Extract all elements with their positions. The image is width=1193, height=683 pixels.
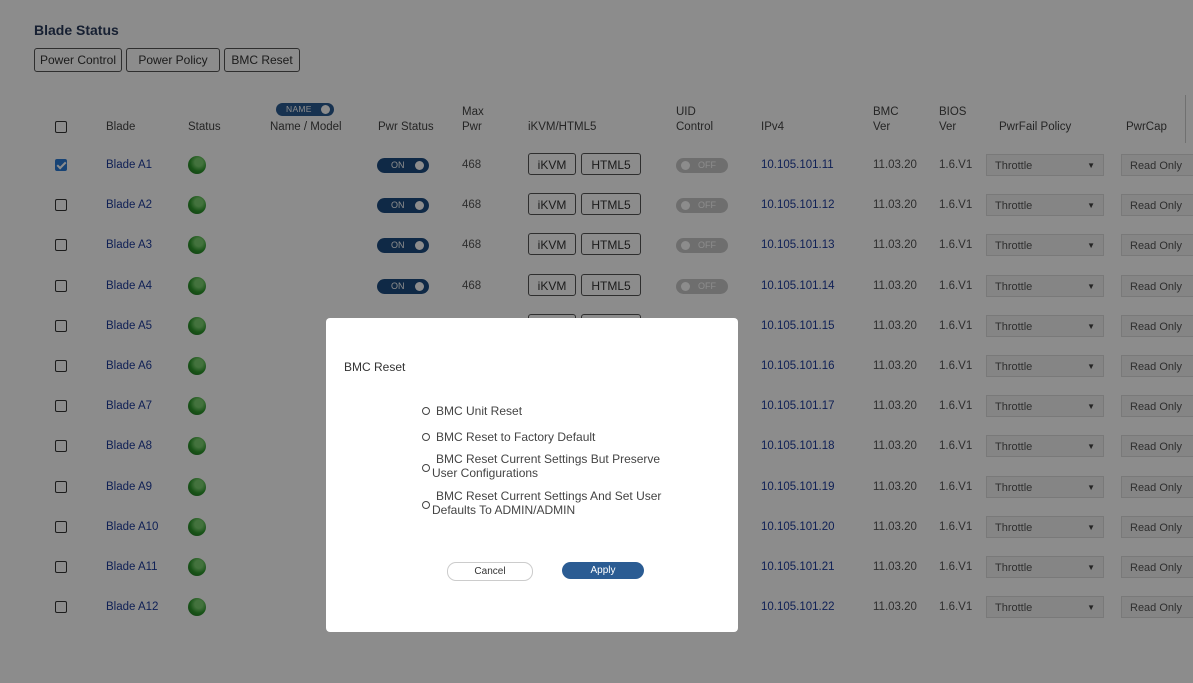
- radio-button[interactable]: [422, 464, 430, 472]
- cancel-button[interactable]: Cancel: [447, 562, 533, 581]
- radio-button[interactable]: [422, 501, 430, 509]
- radio-button[interactable]: [422, 407, 430, 415]
- dialog-title: BMC Reset: [344, 360, 406, 374]
- apply-button[interactable]: Apply: [562, 562, 644, 579]
- blade-status-page: Blade Status Power Control Power Policy …: [0, 0, 1193, 683]
- bmc-reset-dialog: BMC Reset BMC Unit Reset BMC Reset to Fa…: [326, 318, 738, 632]
- radio-button[interactable]: [422, 433, 430, 441]
